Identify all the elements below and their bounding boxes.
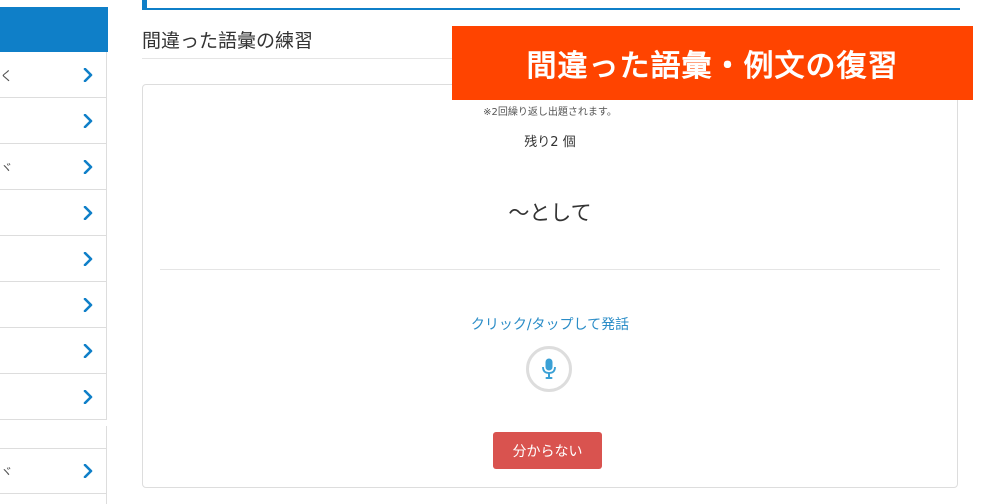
sidebar-item-4[interactable] [0,190,107,236]
sidebar-item-label: ヾ [0,161,14,176]
sidebar-item-9[interactable]: ヾ [0,448,107,494]
sidebar-item-2[interactable] [0,98,107,144]
chevron-right-icon [83,205,93,220]
chevron-right-icon [83,343,93,358]
card-divider [160,269,940,270]
content-top-frame [142,0,960,10]
chevron-right-icon [83,251,93,266]
sidebar-item-6[interactable] [0,282,107,328]
page-title: 間違った語彙の練習 [142,30,314,52]
practice-card: ※2回繰り返し出題されます。 残り2 個 ～として クリック/タップして発話 分… [142,84,958,488]
microphone-button[interactable] [526,346,572,392]
sidebar-item-5[interactable] [0,236,107,282]
chevron-right-icon [83,159,93,174]
sidebar-item-8[interactable] [0,374,107,420]
repeat-note: ※2回繰り返し出題されます。 [483,107,617,118]
dont-know-button[interactable]: 分からない [493,432,602,469]
remaining-count: 残り2 個 [524,135,576,150]
review-banner: 間違った語彙・例文の復習 [452,26,973,100]
chevron-right-icon [83,389,93,404]
microphone-icon [542,358,556,379]
sidebar-item-label: ヾ [0,465,14,481]
chevron-right-icon [83,297,93,312]
speak-link[interactable]: クリック/タップして発話 [143,314,957,334]
sidebar-header [0,7,108,52]
sidebar-spacer [0,494,107,504]
sidebar-item-3[interactable]: ヾ [0,144,107,190]
sidebar: く ヾ ヾ [0,0,108,504]
sidebar-item-label: く [0,69,14,84]
chevron-right-icon [83,67,93,82]
sidebar-item-1[interactable]: く [0,52,107,98]
vocabulary-word: ～として [508,201,592,225]
chevron-right-icon [83,464,93,478]
sidebar-spacer [0,426,107,448]
chevron-right-icon [83,113,93,128]
sidebar-item-7[interactable] [0,328,107,374]
